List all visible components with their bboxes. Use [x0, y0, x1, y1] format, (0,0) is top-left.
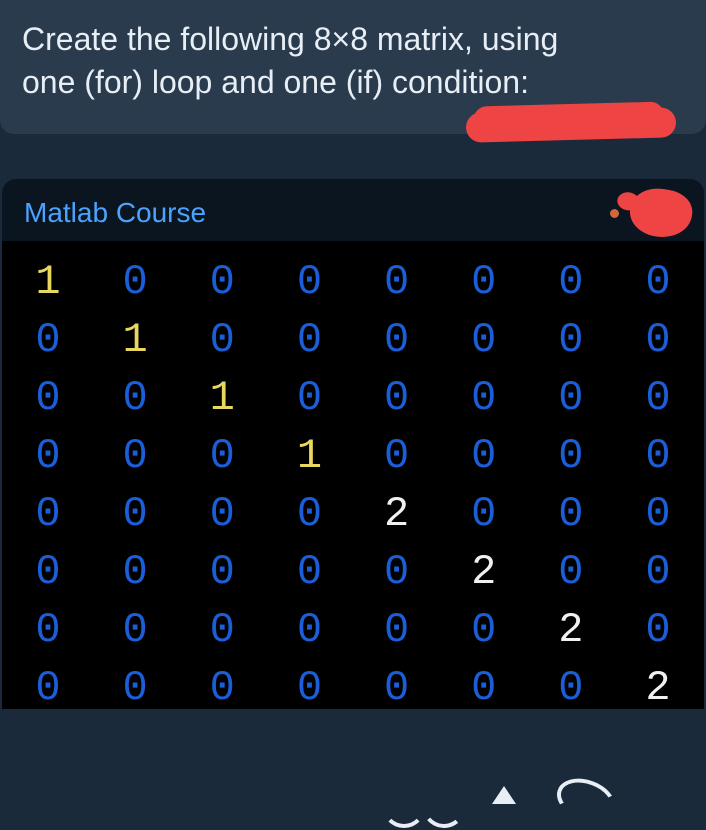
matrix-cell: 1: [285, 435, 333, 477]
matrix-cell: 0: [285, 667, 333, 709]
matrix-cell: 0: [111, 609, 159, 651]
matrix-cell: 0: [547, 377, 595, 419]
matrix-cell: 0: [373, 551, 421, 593]
matrix-cell: 0: [634, 493, 682, 535]
question-block: Create the following 8×8 matrix, using o…: [0, 0, 706, 134]
matrix-cell: 0: [111, 493, 159, 535]
matrix-cell: 0: [198, 319, 246, 361]
matrix-cell: 0: [285, 609, 333, 651]
matrix-cell: 0: [24, 493, 72, 535]
matrix-cell: 0: [198, 667, 246, 709]
matrix-row: 00000020: [24, 609, 682, 651]
matrix-cell: 0: [547, 551, 595, 593]
matrix-cell: 0: [460, 609, 508, 651]
redaction-mark: [466, 107, 677, 142]
matrix-cell: 0: [547, 667, 595, 709]
overlay-decor: [366, 770, 646, 800]
matrix-cell: 0: [634, 435, 682, 477]
matrix-cell: 0: [198, 551, 246, 593]
matrix-cell: 0: [460, 377, 508, 419]
matrix-cell: 2: [373, 493, 421, 535]
course-header: Matlab Course: [2, 179, 704, 241]
matrix-cell: 0: [285, 319, 333, 361]
matrix-cell: 0: [634, 609, 682, 651]
matrix-row: 00010000: [24, 435, 682, 477]
matrix-cell: 0: [24, 667, 72, 709]
matrix-cell: 0: [460, 319, 508, 361]
matrix-cell: 0: [547, 435, 595, 477]
matrix-cell: 1: [198, 377, 246, 419]
matrix-cell: 0: [24, 609, 72, 651]
matrix-cell: 0: [460, 261, 508, 303]
question-line-2: one (for) loop and one (if) condition:: [22, 61, 684, 104]
matrix-cell: 2: [460, 551, 508, 593]
matrix-cell: 0: [547, 261, 595, 303]
matrix-cell: 0: [285, 493, 333, 535]
matrix-cell: 0: [373, 261, 421, 303]
matrix-cell: 0: [373, 435, 421, 477]
matrix-cell: 0: [460, 435, 508, 477]
matrix-cell: 0: [634, 551, 682, 593]
matrix-row: 00000002: [24, 667, 682, 709]
matrix-cell: 0: [285, 377, 333, 419]
matrix-cell: 0: [111, 551, 159, 593]
matrix-cell: 1: [111, 319, 159, 361]
matrix-cell: 0: [111, 667, 159, 709]
matrix-cell: 0: [460, 493, 508, 535]
matrix-cell: 2: [547, 609, 595, 651]
course-label: Matlab Course: [24, 197, 682, 241]
matrix-cell: 0: [373, 319, 421, 361]
matrix-cell: 0: [634, 319, 682, 361]
matrix-cell: 0: [198, 493, 246, 535]
matrix-cell: 0: [111, 261, 159, 303]
question-line-1: Create the following 8×8 matrix, using: [22, 18, 684, 61]
matrix-row: 00100000: [24, 377, 682, 419]
matrix-cell: 0: [547, 493, 595, 535]
matrix-cell: 0: [634, 377, 682, 419]
matrix-cell: 0: [460, 667, 508, 709]
matrix-cell: 0: [198, 261, 246, 303]
matrix-cell: 0: [198, 609, 246, 651]
matrix-cell: 0: [547, 319, 595, 361]
matrix-cell: 2: [634, 667, 682, 709]
matrix-row: 00002000: [24, 493, 682, 535]
matrix-cell: 0: [24, 435, 72, 477]
matrix-row: 00000200: [24, 551, 682, 593]
matrix-cell: 0: [111, 435, 159, 477]
matrix-cell: 0: [24, 319, 72, 361]
matrix-cell: 0: [198, 435, 246, 477]
matrix-cell: 0: [24, 377, 72, 419]
matrix-output: 1000000001000000001000000001000000002000…: [2, 241, 704, 709]
matrix-cell: 0: [373, 667, 421, 709]
matrix-cell: 0: [373, 609, 421, 651]
matrix-cell: 0: [634, 261, 682, 303]
matrix-cell: 0: [111, 377, 159, 419]
matrix-cell: 1: [24, 261, 72, 303]
matrix-cell: 0: [373, 377, 421, 419]
matrix-cell: 0: [285, 551, 333, 593]
matrix-cell: 0: [285, 261, 333, 303]
matrix-cell: 0: [24, 551, 72, 593]
matrix-row: 01000000: [24, 319, 682, 361]
matrix-row: 10000000: [24, 261, 682, 303]
